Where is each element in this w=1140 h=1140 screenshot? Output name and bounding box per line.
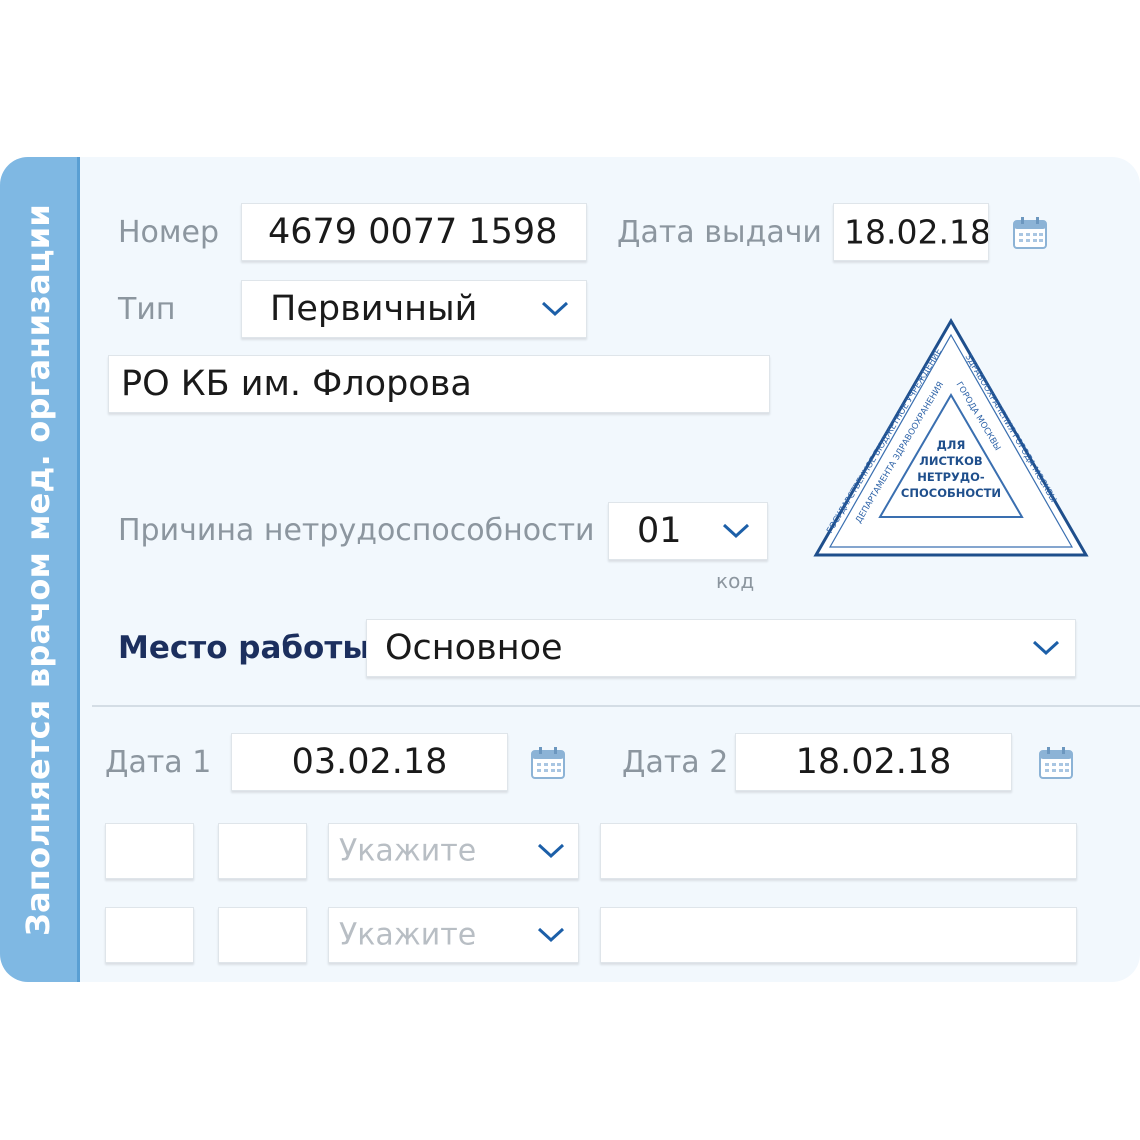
stamp-line-1: ДЛЯ [937,438,966,452]
row2-field-c[interactable] [600,907,1077,963]
chevron-down-icon [537,843,565,859]
row2-field-b[interactable] [218,907,307,963]
row1-select[interactable]: Укажите [328,823,579,879]
number-field[interactable]: 4679 0077 1598 [241,203,587,261]
section-divider [92,705,1140,707]
type-label: Тип [118,292,176,327]
chevron-down-icon [1032,640,1060,656]
calendar-icon[interactable] [1012,216,1048,250]
calendar-icon[interactable] [530,746,566,780]
issue-date-field[interactable]: 18.02.18 [833,203,989,261]
date1-label: Дата 1 [105,745,212,780]
date1-value: 03.02.18 [291,742,448,782]
row1-field-c[interactable] [600,823,1077,879]
type-value: Первичный [270,289,478,329]
date2-field[interactable]: 18.02.18 [735,733,1012,791]
chevron-down-icon [537,927,565,943]
calendar-icon[interactable] [1038,746,1074,780]
issue-date-value: 18.02.18 [844,212,989,252]
row2-select-placeholder: Укажите [339,917,477,953]
disability-reason-select[interactable]: 01 [608,502,768,560]
number-label: Номер [118,215,220,250]
workplace-select[interactable]: Основное [366,619,1076,677]
date1-field[interactable]: 03.02.18 [231,733,508,791]
workplace-value: Основное [385,628,563,668]
organization-value: РО КБ им. Флорова [121,364,472,404]
stamp-line-3: НЕТРУДО- [917,470,985,484]
organization-stamp: ГОСУДАРСТВЕННОЕ БЮДЖЕТНОЕ УЧРЕЖДЕНИЕ ДЕП… [813,317,1089,557]
disability-reason-value: 01 [637,511,682,551]
row1-field-a[interactable] [105,823,194,879]
row1-select-placeholder: Укажите [339,833,477,869]
stamp-line-2: ЛИСТКОВ [919,454,982,468]
row2-field-a[interactable] [105,907,194,963]
date2-value: 18.02.18 [795,742,952,782]
date2-label: Дата 2 [622,745,729,780]
disability-reason-label: Причина нетрудоспособности [118,513,595,548]
organization-field[interactable]: РО КБ им. Флорова [108,355,770,413]
row1-field-b[interactable] [218,823,307,879]
sidebar: Заполняется врачом мед. организации [0,157,80,982]
workplace-label: Место работы [118,630,371,666]
stamp-line-4: СПОСОБНОСТИ [901,486,1001,500]
issue-date-label: Дата выдачи [617,215,822,250]
chevron-down-icon [541,301,569,317]
chevron-down-icon [722,523,750,539]
sidebar-label: Заполняется врачом мед. организации [19,204,57,936]
code-label: код [716,569,755,593]
type-select[interactable]: Первичный [241,280,587,338]
sick-leave-form: Заполняется врачом мед. организации Номе… [0,157,1140,982]
number-value: 4679 0077 1598 [268,212,558,252]
row2-select[interactable]: Укажите [328,907,579,963]
